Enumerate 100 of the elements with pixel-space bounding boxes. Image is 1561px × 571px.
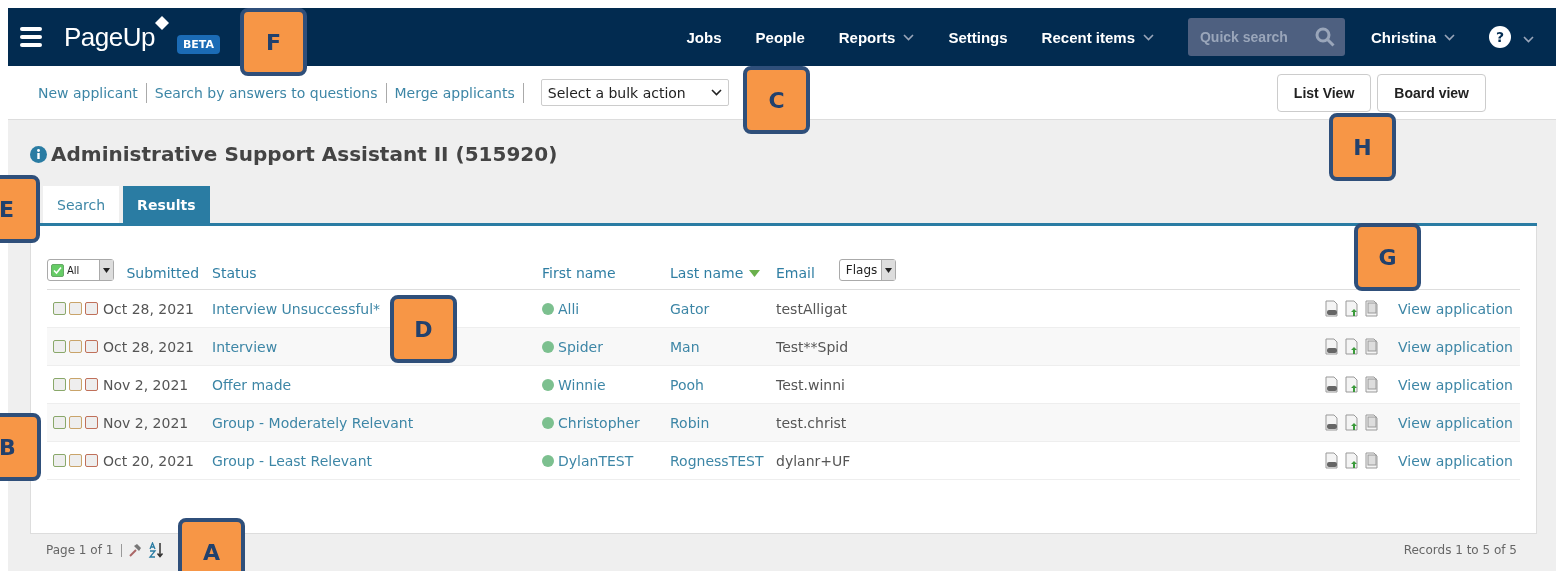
flag-checkbox[interactable] xyxy=(69,378,82,391)
document-link-icon[interactable] xyxy=(1324,300,1339,317)
document-upload-icon[interactable] xyxy=(1344,414,1359,431)
submitted-date: Nov 2, 2021 xyxy=(103,414,189,431)
chevron-icon xyxy=(1143,33,1154,41)
view-application-link[interactable]: View application xyxy=(1398,338,1513,355)
view-button[interactable]: Board view xyxy=(1377,73,1486,112)
first-name-link[interactable]: Alli xyxy=(558,300,580,317)
first-name-link[interactable]: DylanTEST xyxy=(558,452,634,469)
flag-checkbox[interactable] xyxy=(69,416,82,429)
document-upload-icon[interactable] xyxy=(1344,452,1359,469)
documents-icon[interactable] xyxy=(1364,452,1379,469)
callout-label: C xyxy=(743,66,810,134)
toolbar-link[interactable]: New applicant xyxy=(30,82,147,103)
callout-label: D xyxy=(390,295,457,363)
nav-menu-item[interactable]: Recent items xyxy=(1041,28,1154,46)
document-link-icon[interactable] xyxy=(1324,338,1339,355)
quick-search-field[interactable]: Quick search xyxy=(1188,18,1345,56)
info-icon xyxy=(30,145,47,163)
dropdown-arrow-icon[interactable] xyxy=(103,267,111,273)
submitted-date: Oct 28, 2021 xyxy=(103,300,194,317)
flag-checkbox[interactable] xyxy=(69,454,82,467)
flag-checkbox[interactable] xyxy=(53,454,66,467)
status-link[interactable]: Offer made xyxy=(212,376,292,393)
user-menu[interactable]: Christina xyxy=(1371,28,1455,46)
page-title: Administrative Support Assistant II (515920) xyxy=(51,142,558,166)
column-header[interactable]: First name xyxy=(542,265,616,281)
submitted-date: Nov 2, 2021 xyxy=(103,376,189,393)
status-link[interactable]: Group - Moderately Relevant xyxy=(212,414,414,431)
status-link[interactable]: Group - Least Relevant xyxy=(212,452,372,469)
nav-menu-item[interactable]: Reports xyxy=(838,28,915,46)
last-name-link[interactable]: Robin xyxy=(670,414,710,431)
column-header[interactable]: Email xyxy=(776,265,815,281)
callout-label: A xyxy=(178,518,245,571)
sort-icon[interactable] xyxy=(148,542,165,558)
toolbar-link[interactable]: Search by answers to questions xyxy=(146,82,387,103)
hammer-icon[interactable] xyxy=(128,543,143,557)
submitted-date: Oct 28, 2021 xyxy=(103,338,194,355)
callout-label: B xyxy=(0,413,41,481)
status-link[interactable]: Interview Unsuccessful* xyxy=(212,300,381,317)
document-upload-icon[interactable] xyxy=(1344,338,1359,355)
select-all-dropdown[interactable]: All xyxy=(47,259,115,281)
flag-checkbox[interactable] xyxy=(85,340,98,353)
document-upload-icon[interactable] xyxy=(1344,376,1359,393)
select-all-label: All xyxy=(67,264,80,276)
first-name-link[interactable]: Winnie xyxy=(558,376,606,393)
document-upload-icon[interactable] xyxy=(1344,300,1359,317)
toolbar-link[interactable]: Merge applicants xyxy=(386,82,524,103)
flag-checkbox[interactable] xyxy=(53,302,66,315)
flag-checkbox[interactable] xyxy=(69,302,82,315)
nav-menu-item[interactable]: People xyxy=(755,28,805,46)
view-button[interactable]: List View xyxy=(1276,73,1372,112)
last-name-link[interactable]: Gator xyxy=(670,300,710,317)
view-application-link[interactable]: View application xyxy=(1398,414,1513,431)
column-header[interactable]: Submitted xyxy=(126,265,200,281)
flag-checkbox[interactable] xyxy=(85,302,98,315)
callout-label: E xyxy=(0,175,40,243)
view-application-link[interactable]: View application xyxy=(1398,300,1513,317)
documents-icon[interactable] xyxy=(1364,376,1379,393)
nav-menu-item[interactable]: Jobs xyxy=(686,28,722,46)
callout-label: F xyxy=(240,8,307,76)
flag-checkbox[interactable] xyxy=(53,378,66,391)
column-header[interactable]: Status xyxy=(212,265,257,281)
flags-dropdown[interactable]: Flags xyxy=(838,259,897,281)
first-name-link[interactable]: Christopher xyxy=(558,414,640,431)
tab[interactable]: Search xyxy=(43,186,120,223)
flag-checkbox[interactable] xyxy=(85,454,98,467)
select-all-checkbox[interactable] xyxy=(51,263,64,277)
document-link-icon[interactable] xyxy=(1324,376,1339,393)
documents-icon[interactable] xyxy=(1364,300,1379,317)
brand-logo[interactable]: PageUp xyxy=(64,21,155,53)
last-name-link[interactable]: Pooh xyxy=(670,376,704,393)
help-icon[interactable]: ? xyxy=(1489,26,1511,48)
bulk-action-select[interactable]: Select a bulk action xyxy=(540,79,729,106)
document-link-icon[interactable] xyxy=(1324,414,1339,431)
sort-down-icon xyxy=(749,269,761,277)
status-link[interactable]: Interview xyxy=(212,338,278,355)
column-header[interactable]: Last name xyxy=(670,265,761,281)
diamond-icon xyxy=(154,16,169,30)
flag-checkbox[interactable] xyxy=(69,340,82,353)
flag-checkbox[interactable] xyxy=(53,340,66,353)
last-name-link[interactable]: Man xyxy=(670,338,700,355)
document-link-icon[interactable] xyxy=(1324,452,1339,469)
nav-menu-item[interactable]: Settings xyxy=(948,28,1008,46)
view-application-link[interactable]: View application xyxy=(1398,452,1513,469)
tab[interactable]: Results xyxy=(123,186,210,223)
last-name-link[interactable]: RognessTEST xyxy=(670,452,764,469)
view-application-link[interactable]: View application xyxy=(1398,376,1513,393)
flag-checkbox[interactable] xyxy=(85,378,98,391)
documents-icon[interactable] xyxy=(1364,414,1379,431)
dropdown-arrow-icon[interactable] xyxy=(885,267,893,273)
flag-checkbox[interactable] xyxy=(85,416,98,429)
chevron-icon xyxy=(903,33,915,41)
checkmark-icon xyxy=(53,265,62,275)
flag-checkbox[interactable] xyxy=(53,416,66,429)
documents-icon[interactable] xyxy=(1364,338,1379,355)
first-name-link[interactable]: Spider xyxy=(558,338,603,355)
email-cell: test.christ xyxy=(776,414,847,431)
menu-icon[interactable] xyxy=(20,27,42,47)
chevron-icon xyxy=(1444,33,1455,41)
